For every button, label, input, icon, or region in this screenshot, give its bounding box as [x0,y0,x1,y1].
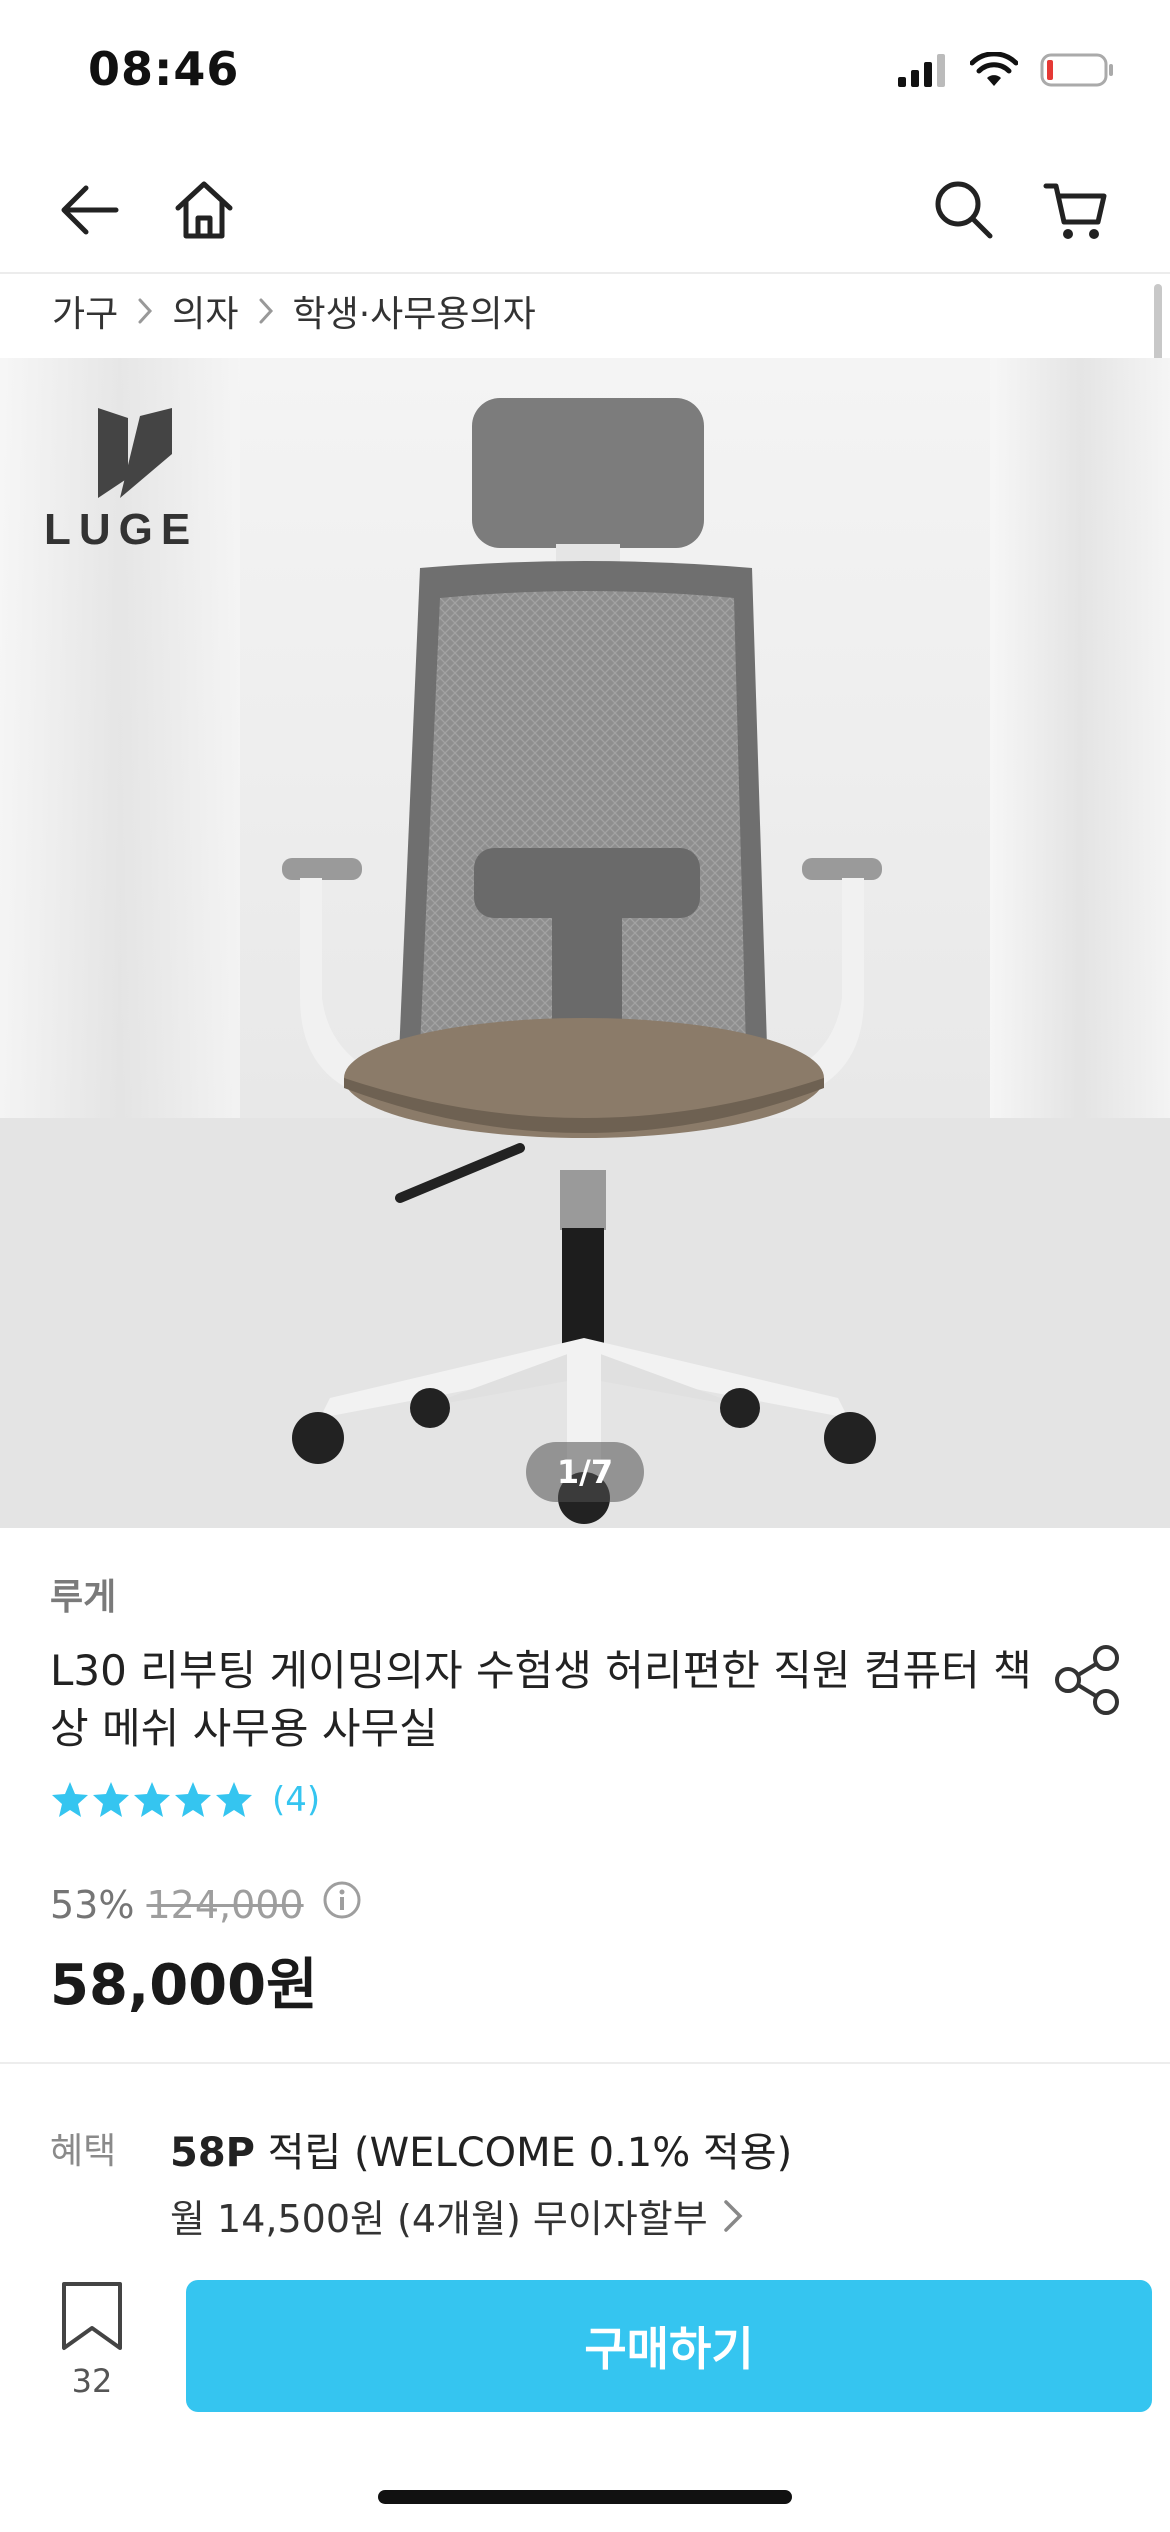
product-image-carousel[interactable]: LUGE [0,358,1170,1528]
points-value: 58P [170,2130,255,2176]
product-image: LUGE [0,358,1170,1528]
benefit-label: 혜택 [50,2131,117,2172]
points-benefit: 58P 적립 (WELCOME 0.1% 적용) [170,2120,792,2178]
arrow-left-icon [61,185,119,235]
bookmark-icon [62,2282,122,2350]
share-icon [1055,1645,1119,1715]
back-button[interactable] [40,160,140,260]
status-icons [896,52,1114,88]
discount-rate: 53% [50,1882,135,1927]
home-button[interactable] [154,160,254,260]
signal-icon [898,54,945,87]
sale-price: 58,000원 [50,1953,318,2018]
image-page-indicator: 1/7 [526,1442,644,1502]
breadcrumb-item-office-chair[interactable]: 학생·사무용의자 [293,285,536,337]
bookmark-button[interactable]: 32 [52,2280,132,2400]
breadcrumb-item-chair[interactable]: 의자 [172,285,238,337]
discount-row: 53% 124,000 [50,1880,362,1929]
top-navigation [0,140,1170,274]
battery-icon [1040,53,1113,87]
chevron-right-icon [723,2199,743,2232]
original-price: 124,000 [146,1882,304,1927]
divider [0,2062,1170,2064]
cart-icon [1043,183,1107,239]
buy-button[interactable]: 구매하기 [186,2280,1152,2412]
chevron-right-icon [136,296,154,326]
product-title: L30 리부팅 게이밍의자 수험생 허리편한 직원 컴퓨터 책상 메쉬 사무용 … [50,1646,1032,1753]
review-count[interactable]: (4) [272,1780,320,1820]
share-button[interactable] [1048,1640,1128,1720]
info-icon[interactable] [322,1880,362,1929]
rating[interactable]: (4) [50,1780,320,1820]
bookmark-count: 32 [71,2362,113,2400]
search-icon [935,181,993,239]
installment-link[interactable]: 월 14,500원 (4개월) 무이자할부 [170,2188,748,2243]
brand-name[interactable]: 루게 [50,1568,116,1620]
points-text: 적립 (WELCOME 0.1% 적용) [254,2130,793,2176]
home-icon [175,181,233,239]
status-time: 08:46 [88,42,240,96]
wifi-icon [970,52,1018,86]
home-indicator [378,2490,792,2504]
svg-text:LUGE: LUGE [44,505,198,554]
rating-stars [52,1782,252,1817]
breadcrumb-item-furniture[interactable]: 가구 [52,285,118,337]
cart-button[interactable] [1026,160,1126,260]
chevron-right-icon [257,296,275,326]
search-button[interactable] [914,160,1014,260]
status-bar: 08:46 [0,0,1170,140]
breadcrumb: 가구 의자 학생·사무용의자 [52,276,536,346]
installment-text: 월 14,500원 (4개월) 무이자할부 [170,2197,708,2241]
